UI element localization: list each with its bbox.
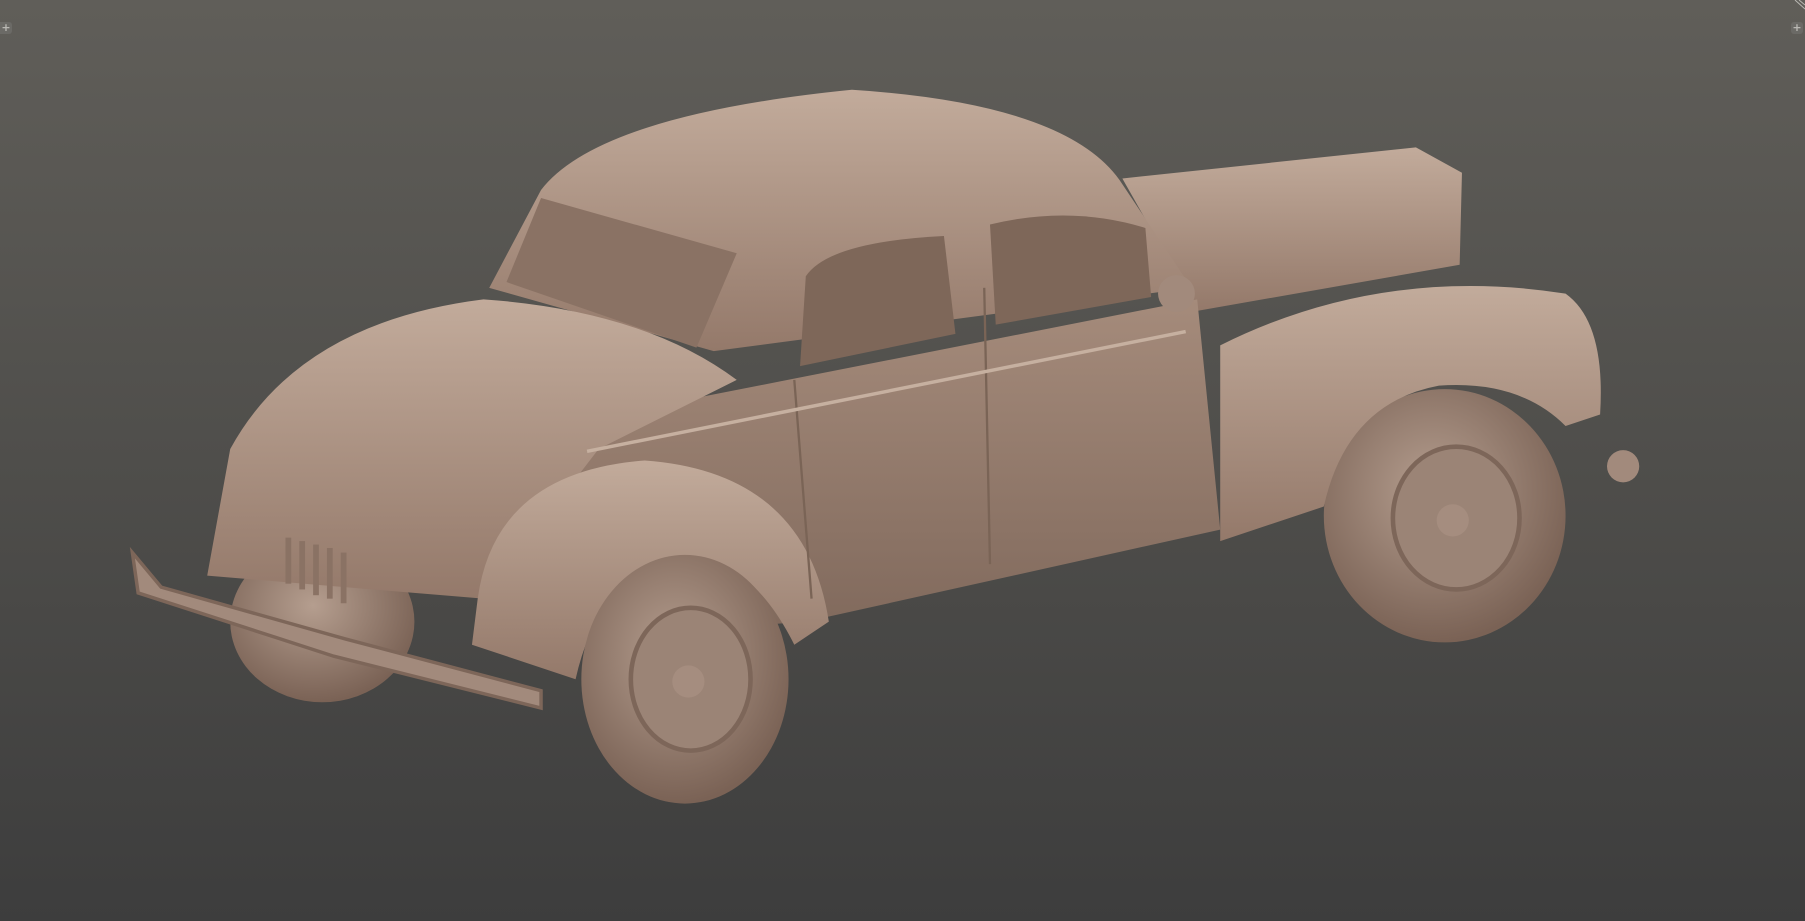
viewport-add-button-left[interactable]: + (0, 22, 12, 34)
car-model (129, 89, 1640, 804)
resize-grip-icon[interactable] (1793, 0, 1805, 10)
viewport-add-button-right[interactable]: + (1791, 22, 1803, 34)
3d-viewport[interactable] (0, 0, 1805, 921)
plus-icon: + (1792, 21, 1802, 34)
plus-icon: + (1, 21, 11, 34)
